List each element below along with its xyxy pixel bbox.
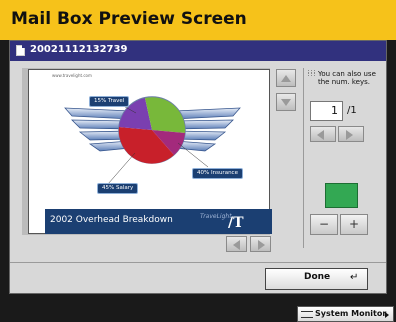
- triangle-left-icon: [233, 240, 240, 250]
- zoom-out-button[interactable]: −: [310, 214, 338, 235]
- triangle-right-icon: [346, 130, 353, 140]
- page-total: /1: [347, 105, 357, 116]
- scroll-up-button[interactable]: [276, 69, 296, 87]
- monitor-icon: [301, 311, 313, 318]
- triangle-right-icon: [258, 240, 265, 250]
- zoom-out-icon: −: [318, 217, 330, 231]
- triangle-down-icon: [281, 99, 291, 106]
- separator: [10, 262, 386, 263]
- page-title: Mail Box Preview Screen: [11, 9, 247, 29]
- scroll-down-button[interactable]: [276, 93, 296, 111]
- page-next-button[interactable]: [338, 126, 364, 142]
- numeric-keys-icon: ::::::: [307, 69, 317, 78]
- preview-site-url: www.travelight.com: [52, 73, 92, 78]
- callout-insurance: 40% Insurance: [192, 168, 243, 179]
- done-label: Done: [304, 272, 331, 282]
- callout-salary: 45% Salary: [97, 183, 139, 194]
- preview-chart-graphic: [64, 96, 241, 185]
- scroll-right-button[interactable]: [250, 236, 271, 252]
- file-name: 20021112132739: [30, 44, 128, 55]
- zoom-in-icon: +: [348, 217, 360, 231]
- return-icon: ↵: [350, 272, 359, 283]
- zoom-in-button[interactable]: +: [340, 214, 368, 235]
- color-mode-swatch[interactable]: [325, 183, 358, 208]
- triangle-up-icon: [281, 75, 291, 82]
- page-prev-button[interactable]: [310, 126, 336, 142]
- panel-divider: [303, 68, 304, 248]
- callout-travel: 15% Travel: [89, 96, 130, 107]
- page-number-field[interactable]: 1: [310, 101, 343, 121]
- triangle-left-icon: [317, 130, 324, 140]
- document-icon: [16, 45, 25, 56]
- preview-chart-title: 2002 Overhead Breakdown: [50, 215, 173, 225]
- arrow-right-icon: [385, 312, 389, 318]
- scroll-left-button[interactable]: [226, 236, 247, 252]
- system-monitor-label: System Monitor: [315, 309, 387, 318]
- preview-brand: TraveLight: [200, 213, 232, 220]
- hint-text: You can also use the num. keys.: [318, 70, 376, 86]
- brand-logo: /T: [228, 215, 244, 231]
